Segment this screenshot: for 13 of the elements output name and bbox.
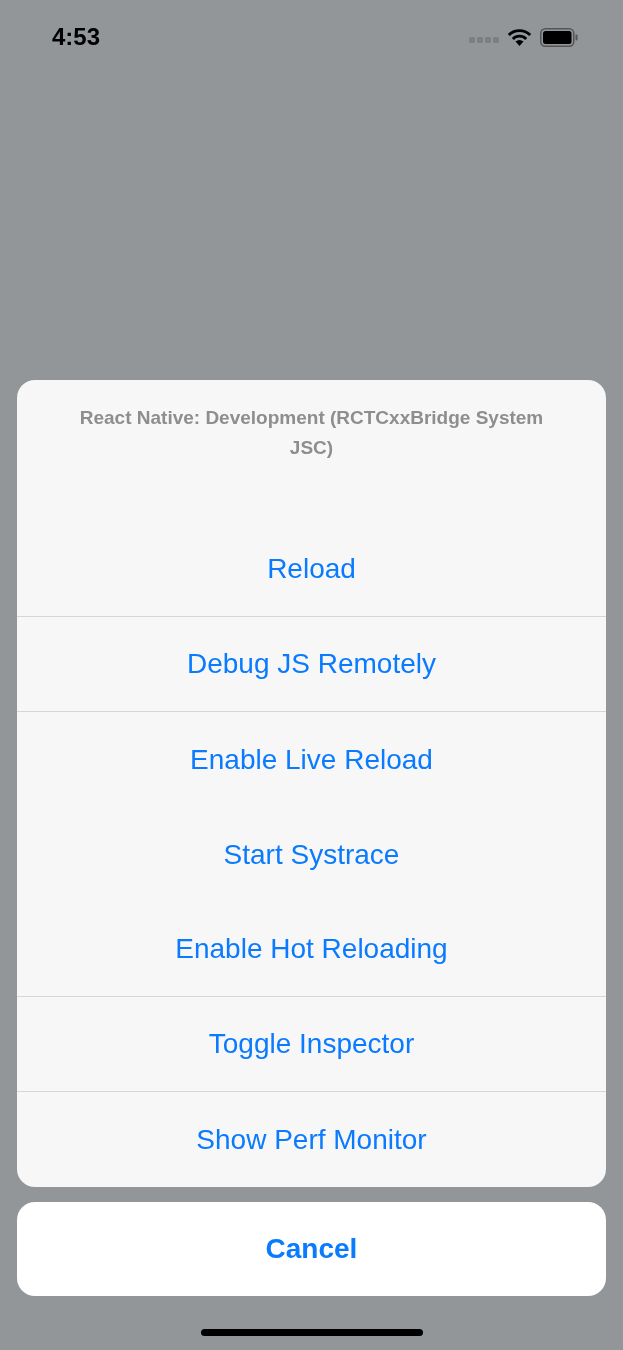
action-button[interactable]: Reload <box>17 522 606 617</box>
action-button[interactable]: Debug JS Remotely <box>17 617 606 712</box>
cancel-button[interactable]: Cancel <box>17 1202 606 1296</box>
wifi-icon <box>507 28 532 46</box>
status-time: 4:53 <box>52 23 101 51</box>
action-button[interactable]: Enable Hot Reloading <box>17 902 606 997</box>
battery-icon <box>540 27 578 47</box>
action-button[interactable]: Show Perf Monitor <box>17 1092 606 1187</box>
action-button[interactable]: Start Systrace <box>17 807 606 902</box>
action-button[interactable]: Toggle Inspector <box>17 997 606 1092</box>
action-button[interactable]: Enable Live Reload <box>17 712 606 807</box>
home-indicator[interactable] <box>200 1329 423 1336</box>
sheet-title: React Native: Development (RCTCxxBridge System JSC) <box>79 406 544 460</box>
